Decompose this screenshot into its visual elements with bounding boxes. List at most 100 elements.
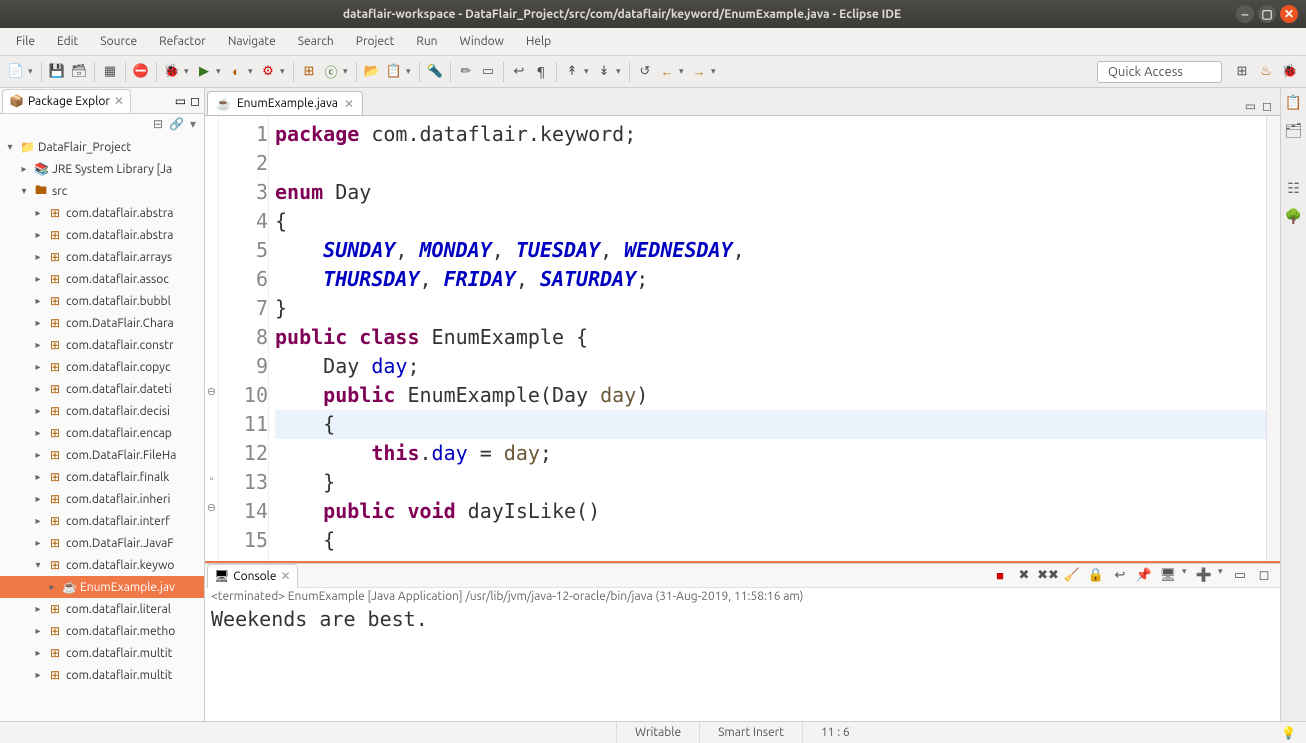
dropdown-icon[interactable]: ▾: [1218, 566, 1226, 586]
menu-search[interactable]: Search: [288, 31, 344, 52]
dropdown-icon[interactable]: ▾: [406, 66, 414, 77]
expand-icon[interactable]: ▸: [32, 295, 44, 307]
tip-icon[interactable]: 💡: [1271, 726, 1306, 740]
save-icon[interactable]: 💾: [47, 62, 67, 82]
menu-source[interactable]: Source: [90, 31, 147, 52]
outline-icon[interactable]: 🗂: [1285, 122, 1303, 140]
expand-icon[interactable]: ▸: [32, 603, 44, 615]
terminate-icon[interactable]: ■: [990, 566, 1010, 586]
menu-help[interactable]: Help: [516, 31, 561, 52]
dropdown-icon[interactable]: ▾: [216, 66, 224, 77]
coverage-icon[interactable]: ◐: [226, 62, 246, 82]
search-icon[interactable]: 🔦: [425, 62, 445, 82]
menu-file[interactable]: File: [6, 31, 45, 52]
package-node[interactable]: ▸ ⊞ com.dataflair.dateti: [0, 378, 204, 400]
expand-icon[interactable]: ▸: [32, 251, 44, 263]
debug-icon[interactable]: 🐞: [162, 62, 182, 82]
project-node[interactable]: ▾ 📁 DataFlair_Project: [0, 136, 204, 158]
expand-icon[interactable]: ▾: [32, 559, 44, 571]
maximize-view-icon[interactable]: ◻: [1254, 566, 1274, 586]
view-menu-icon[interactable]: ▾: [190, 117, 196, 131]
package-node[interactable]: ▸ ⊞ com.dataflair.inheri: [0, 488, 204, 510]
outline-view-icon[interactable]: ☷: [1285, 180, 1303, 198]
clear-console-icon[interactable]: 🧹: [1062, 566, 1082, 586]
new-package-icon[interactable]: ⊞: [299, 62, 319, 82]
expand-icon[interactable]: ▸: [32, 317, 44, 329]
run-icon[interactable]: ▶: [194, 62, 214, 82]
dropdown-icon[interactable]: ▾: [679, 66, 687, 77]
open-perspective-icon[interactable]: ⊞: [1232, 62, 1252, 82]
editor-tab-enumexample[interactable]: ☕ EnumExample.java ✕: [207, 91, 363, 115]
src-node[interactable]: ▾ 🖿 src: [0, 180, 204, 202]
package-node[interactable]: ▸ ⊞ com.dataflair.metho: [0, 620, 204, 642]
menu-navigate[interactable]: Navigate: [218, 31, 286, 52]
menu-refactor[interactable]: Refactor: [149, 31, 216, 52]
dropdown-icon[interactable]: ▾: [343, 66, 351, 77]
close-button[interactable]: ✕: [1280, 5, 1298, 23]
toggle-mark-icon[interactable]: ✏: [456, 62, 476, 82]
package-node[interactable]: ▸ ⊞ com.dataflair.assoc: [0, 268, 204, 290]
annotation-ruler[interactable]: ⊖▫⊖: [205, 116, 219, 561]
maximize-editor-icon[interactable]: ◻: [1262, 99, 1272, 113]
package-node[interactable]: ▸ ⊞ com.dataflair.finalk: [0, 466, 204, 488]
maximize-button[interactable]: ▢: [1258, 5, 1276, 23]
package-node[interactable]: ▸ ⊞ com.DataFlair.FileHa: [0, 444, 204, 466]
package-node[interactable]: ▸ ⊞ com.dataflair.encap: [0, 422, 204, 444]
java-file-node[interactable]: ▸ ☕ EnumExample.jav: [0, 576, 204, 598]
dropdown-icon[interactable]: ▾: [1182, 566, 1190, 586]
save-all-icon[interactable]: 🗃: [69, 62, 89, 82]
toggle-block-icon[interactable]: ▭: [478, 62, 498, 82]
package-node[interactable]: ▸ ⊞ com.DataFlair.Chara: [0, 312, 204, 334]
dropdown-icon[interactable]: ▾: [616, 66, 624, 77]
open-type-icon[interactable]: 📂: [362, 62, 382, 82]
menu-project[interactable]: Project: [346, 31, 405, 52]
expand-icon[interactable]: ▸: [32, 449, 44, 461]
code-content[interactable]: package com.dataflair.keyword; enum Day{…: [269, 116, 1266, 561]
dropdown-icon[interactable]: ▾: [584, 66, 592, 77]
display-console-icon[interactable]: 🖥: [1158, 566, 1178, 586]
forward-icon[interactable]: →: [689, 62, 709, 82]
remove-all-icon[interactable]: ✖✖: [1038, 566, 1058, 586]
back-icon[interactable]: ←: [657, 62, 677, 82]
expand-icon[interactable]: ▸: [32, 537, 44, 549]
package-node[interactable]: ▸ ⊞ com.dataflair.abstra: [0, 224, 204, 246]
package-node[interactable]: ▸ ⊞ com.dataflair.bubbl: [0, 290, 204, 312]
expand-icon[interactable]: ▸: [32, 273, 44, 285]
collapse-all-icon[interactable]: ⊟: [153, 117, 163, 131]
link-editor-icon[interactable]: 🔗: [169, 117, 184, 131]
dropdown-icon[interactable]: ▾: [28, 66, 36, 77]
expand-icon[interactable]: ▸: [32, 229, 44, 241]
close-tab-icon[interactable]: ✕: [280, 569, 290, 583]
close-tab-icon[interactable]: ✕: [114, 94, 124, 108]
annotation-prev-icon[interactable]: ↟: [562, 62, 582, 82]
expand-icon[interactable]: ▸: [32, 207, 44, 219]
overview-ruler[interactable]: [1266, 116, 1280, 561]
dropdown-icon[interactable]: ▾: [280, 66, 288, 77]
pin-console-icon[interactable]: 📌: [1134, 566, 1154, 586]
external-tools-icon[interactable]: ⚙: [258, 62, 278, 82]
expand-icon[interactable]: ▸: [32, 471, 44, 483]
minimize-button[interactable]: ‒: [1236, 5, 1254, 23]
package-tree[interactable]: ▾ 📁 DataFlair_Project ▸ 📚 JRE System Lib…: [0, 134, 204, 721]
hierarchy-icon[interactable]: 🌳: [1285, 208, 1303, 226]
package-node[interactable]: ▸ ⊞ com.DataFlair.JavaF: [0, 532, 204, 554]
package-node[interactable]: ▸ ⊞ com.dataflair.abstra: [0, 202, 204, 224]
open-task-icon[interactable]: 📋: [384, 62, 404, 82]
close-tab-icon[interactable]: ✕: [344, 97, 354, 111]
skip-breakpoints-icon[interactable]: ⛔: [131, 62, 151, 82]
menu-run[interactable]: Run: [406, 31, 447, 52]
remove-launch-icon[interactable]: ✖: [1014, 566, 1034, 586]
jre-node[interactable]: ▸ 📚 JRE System Library [Ja: [0, 158, 204, 180]
expand-icon[interactable]: ▸: [32, 493, 44, 505]
package-node[interactable]: ▸ ⊞ com.dataflair.multit: [0, 642, 204, 664]
expand-icon[interactable]: ▸: [32, 361, 44, 373]
menu-window[interactable]: Window: [450, 31, 514, 52]
expand-icon[interactable]: ▸: [32, 339, 44, 351]
console-output[interactable]: Weekends are best.: [205, 605, 1280, 721]
expand-icon[interactable]: ▸: [32, 647, 44, 659]
minimize-editor-icon[interactable]: ▭: [1245, 99, 1256, 113]
expand-icon[interactable]: ▾: [18, 185, 30, 197]
package-node[interactable]: ▸ ⊞ com.dataflair.arrays: [0, 246, 204, 268]
line-number-gutter[interactable]: 123456789101112131415: [219, 116, 269, 561]
open-console-icon[interactable]: ➕: [1194, 566, 1214, 586]
